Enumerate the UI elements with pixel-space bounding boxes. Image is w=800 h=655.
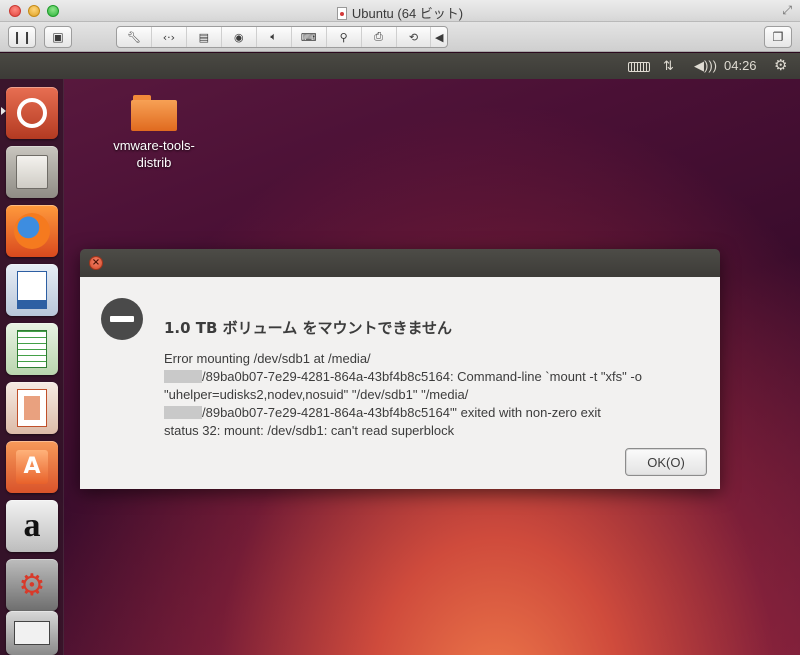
error-line-1: Error mounting /dev/sdb1 at /media/	[164, 351, 371, 366]
mount-error-dialog: × 1.0 TB ボリューム をマウントできません Error mounting…	[80, 249, 720, 489]
scanner-icon	[14, 621, 50, 645]
launcher-files[interactable]	[6, 146, 58, 198]
error-icon	[101, 298, 143, 340]
fullscreen-icon[interactable]: ⤢	[782, 3, 792, 18]
shopping-bag-icon: A	[16, 450, 48, 484]
dialog-titlebar: ×	[80, 249, 720, 277]
vm-document-icon	[336, 7, 347, 20]
amazon-logo-icon: a	[23, 507, 41, 544]
error-line-4: /89ba0b07-7e29-4281-864a-43bf4b8c5164"' …	[164, 404, 714, 422]
ok-button[interactable]: OK(O)	[625, 448, 707, 476]
folder-label-line2: distrib	[136, 155, 172, 170]
settings-wrench-icon: ⚙	[18, 567, 46, 603]
launcher-firefox[interactable]	[6, 205, 58, 257]
usb-icon[interactable]: ⚲	[327, 27, 362, 47]
error-line-3: "uhelper=udisks2,nodev,nosuid" "/dev/sdb…	[164, 387, 469, 402]
launcher-calc[interactable]	[6, 323, 58, 375]
snapshot-button[interactable]: ▣	[44, 26, 72, 48]
snapshot-icon: ▣	[52, 30, 64, 44]
folder-label-line1: vmware-tools-	[113, 138, 195, 153]
volume-icon[interactable]: ◀)))	[694, 58, 717, 74]
launcher-amazon[interactable]: a	[6, 500, 58, 552]
pause-button[interactable]: ❙❙	[8, 26, 36, 48]
gear-icon[interactable]: ⚙	[774, 56, 787, 74]
launcher-software-center[interactable]: A	[6, 441, 58, 493]
ubuntu-logo-icon	[17, 98, 47, 128]
impress-presentation-icon	[17, 389, 47, 427]
clock[interactable]: 04:26	[724, 58, 757, 73]
dialog-body: 1.0 TB ボリューム をマウントできません Error mounting /…	[80, 277, 720, 489]
launcher-ubuntu-dash[interactable]	[6, 87, 58, 139]
launcher-system-settings[interactable]: ⚙	[6, 559, 58, 611]
launcher: A a ⚙	[0, 79, 64, 655]
dialog-close-icon[interactable]: ×	[89, 256, 103, 270]
cdrom-icon[interactable]: ◉	[222, 27, 257, 47]
redacted-username	[164, 370, 202, 383]
printer-icon[interactable]: ⎙	[362, 27, 397, 47]
filing-cabinet-icon	[16, 155, 48, 189]
firefox-icon	[14, 213, 50, 249]
host-toolbar: ❙❙ ▣ 🔧︎ ‹·› ▤ ◉ 🔈︎ ⌨︎ ⚲ ⎙ ⟲ ◀ ❐	[0, 22, 800, 52]
wrench-icon[interactable]: 🔧︎	[117, 27, 152, 47]
pause-icon: ❙❙	[11, 30, 33, 44]
network-icon[interactable]: ‹·›	[152, 27, 187, 47]
error-line-5: status 32: mount: /dev/sdb1: can't read …	[164, 423, 455, 438]
dialog-heading: 1.0 TB ボリューム をマウントできません	[164, 319, 453, 337]
collapse-arrow-icon[interactable]: ◀	[431, 27, 447, 47]
harddisk-icon[interactable]: ▤	[187, 27, 222, 47]
window-mode-button[interactable]: ❐	[764, 26, 792, 48]
sound-icon[interactable]: 🔈︎	[257, 27, 292, 47]
launcher-writer[interactable]	[6, 264, 58, 316]
redacted-username	[164, 406, 202, 419]
network-arrows-icon[interactable]: ⇅	[663, 58, 674, 74]
mouse-icon[interactable]: ⌨︎	[292, 27, 327, 47]
host-window-titlebar: Ubuntu (64 ビット) ⤢	[0, 0, 800, 22]
calc-spreadsheet-icon	[17, 330, 47, 368]
device-toolbar-group: 🔧︎ ‹·› ▤ ◉ 🔈︎ ⌨︎ ⚲ ⎙ ⟲ ◀	[116, 26, 448, 48]
top-panel: ⇅ ◀))) 04:26 ⚙	[0, 53, 800, 79]
error-message: Error mounting /dev/sdb1 at /media/ /89b…	[164, 350, 714, 440]
window-title: Ubuntu (64 ビット)	[0, 3, 800, 22]
window-mode-icon: ❐	[772, 30, 784, 44]
folder-icon	[131, 95, 177, 131]
shared-folders-icon[interactable]: ⟲	[397, 27, 432, 47]
launcher-impress[interactable]	[6, 382, 58, 434]
desktop-folder-vmware-tools[interactable]: vmware-tools- distrib	[100, 95, 208, 171]
error-line-2: /89ba0b07-7e29-4281-864a-43bf4b8c5164: C…	[164, 368, 714, 386]
launcher-scanner[interactable]	[6, 611, 58, 655]
keyboard-icon[interactable]	[628, 62, 650, 72]
writer-document-icon	[17, 271, 47, 309]
